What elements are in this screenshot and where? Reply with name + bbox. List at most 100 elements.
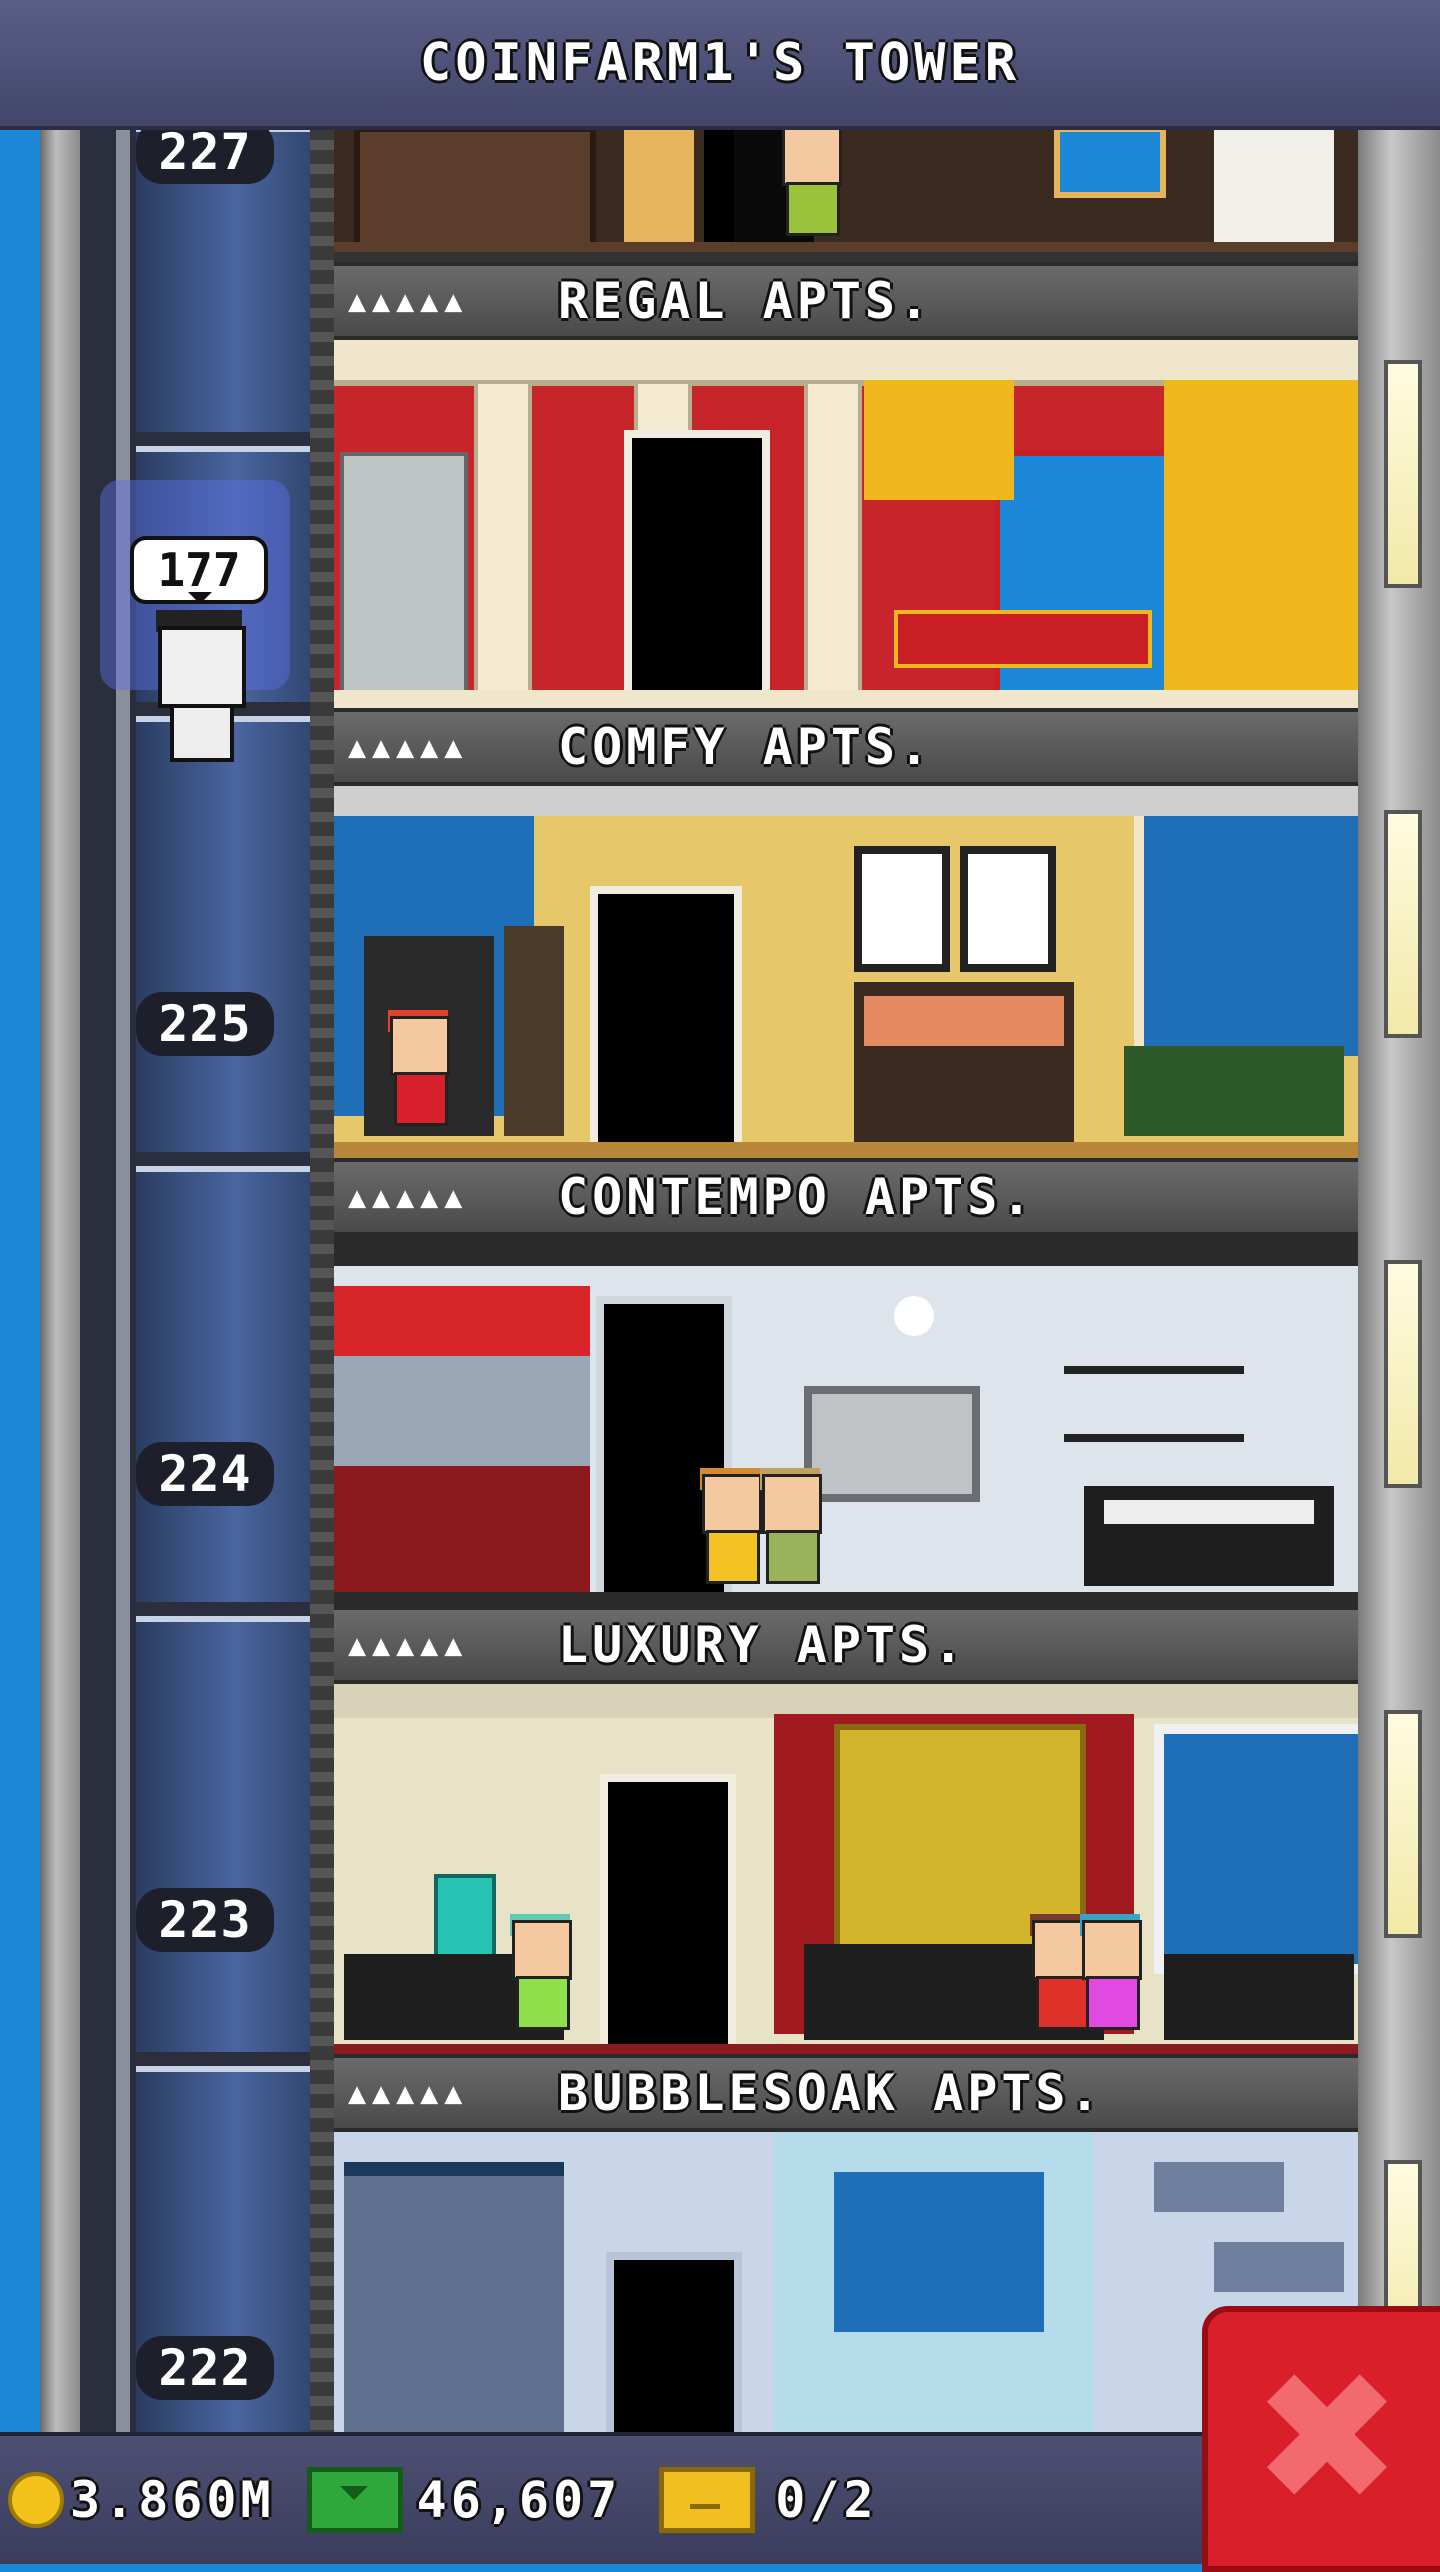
shaft-column-left [116, 126, 130, 2432]
floor-number: 223 [136, 1888, 274, 1952]
cabinet [354, 126, 596, 252]
close-button[interactable]: ✖ [1202, 2306, 1440, 2572]
side-table [1164, 550, 1260, 700]
window [334, 1356, 590, 1466]
column [804, 380, 862, 708]
statue [340, 452, 468, 700]
elevator-operator-body [170, 704, 234, 762]
floor-label-comfy: ▲▲▲▲▲ COMFY APTS. [334, 708, 1358, 786]
shaft-segment [136, 1616, 336, 2052]
resident[interactable] [774, 126, 844, 246]
floor-label-bubblesoak: ▲▲▲▲▲ BUBBLESOAK APTS. [334, 2054, 1358, 2132]
room-regal[interactable] [334, 340, 1358, 708]
floor-name: COMFY APTS. [558, 718, 934, 776]
floor-name: LUXURY APTS. [558, 1616, 968, 1674]
tower-window [1384, 810, 1422, 1038]
coin-icon [8, 2472, 64, 2528]
floor-trim [334, 690, 1358, 708]
door [624, 430, 770, 708]
gold-pillar [624, 126, 694, 252]
star-rating: ▲▲▲▲▲ [348, 1627, 469, 1663]
side-chairs [1124, 1046, 1344, 1136]
tower-window [1384, 1260, 1422, 1488]
tickets-stat[interactable]: 0/2 [629, 2467, 877, 2533]
window [1154, 1724, 1358, 1974]
red-accent-lower [334, 1466, 590, 1596]
ceiling [334, 1684, 1358, 1718]
bux-stat[interactable]: 46,607 [283, 2467, 622, 2533]
room-comfy[interactable] [334, 786, 1358, 1162]
resident-head [702, 1474, 762, 1534]
sky-strip [0, 126, 40, 2432]
resident-head [512, 1920, 572, 1980]
door [590, 886, 742, 1158]
floor-name: BUBBLESOAK APTS. [558, 2064, 1104, 2122]
floor-label-regal: ▲▲▲▲▲ REGAL APTS. [334, 262, 1358, 340]
window [834, 2172, 1044, 2332]
star-rating: ▲▲▲▲▲ [348, 729, 469, 765]
coins-stat[interactable]: 3.860M [8, 2471, 275, 2529]
door [606, 2252, 742, 2432]
floor-number: 224 [136, 1442, 274, 1506]
resident-head [762, 1474, 822, 1534]
resident-body [766, 1530, 820, 1584]
star-rating: ▲▲▲▲▲ [348, 2075, 469, 2111]
elevator-operator [158, 626, 246, 708]
star-rating: ▲▲▲▲▲ [348, 283, 469, 319]
bux-icon [306, 2467, 403, 2533]
pendant-light [894, 1296, 934, 1336]
door [600, 1774, 736, 2056]
window [1054, 126, 1166, 198]
wall-shelf [1154, 2162, 1284, 2212]
ticket-icon [659, 2467, 756, 2533]
top-bar: COINFARM1'S TOWER [0, 0, 1440, 130]
resident-body [394, 1072, 448, 1126]
wall-art [804, 1386, 980, 1502]
resident-body [706, 1530, 760, 1584]
floor-number: 225 [136, 992, 274, 1056]
star-rating: ▲▲▲▲▲ [348, 1179, 469, 1215]
resident-head [390, 1016, 450, 1076]
floor-label-luxury: ▲▲▲▲▲ LUXURY APTS. [334, 1606, 1358, 1684]
resident-head [1082, 1920, 1142, 1980]
resident[interactable] [382, 1010, 452, 1136]
resident-head [782, 126, 842, 186]
shaft-segment [136, 1166, 336, 1602]
coins-value: 3.860M [70, 2471, 275, 2529]
resident-body [786, 182, 840, 236]
column [474, 380, 532, 708]
resident[interactable] [1074, 1914, 1144, 2040]
shaft-ladder [310, 126, 334, 2432]
close-icon: ✖ [1251, 2334, 1403, 2543]
wall-shelf [1064, 1366, 1244, 1442]
floor-lamp [504, 926, 564, 1136]
tickets-value: 0/2 [775, 2471, 878, 2529]
floor-label-contempo: ▲▲▲▲▲ CONTEMPO APTS. [334, 1158, 1358, 1236]
floor-name: CONTEMPO APTS. [558, 1168, 1036, 1226]
resident[interactable] [504, 1914, 574, 2040]
red-accent-wall [334, 1286, 590, 1356]
room-luxury[interactable] [334, 1684, 1358, 2064]
ceiling [334, 786, 1358, 816]
tower-window [1384, 1710, 1422, 1938]
shaft-rail [40, 126, 80, 2432]
floor-number: 222 [136, 2336, 274, 2400]
elevator-shaft[interactable]: 227 225 224 223 222 [80, 120, 350, 2438]
tower-window [1384, 360, 1422, 588]
ceiling [334, 1236, 1358, 1266]
elevator-car[interactable]: 177 [100, 480, 290, 780]
passenger-bubble: 177 [130, 536, 268, 604]
wall-shelf [1214, 2242, 1344, 2292]
floor-trim [334, 242, 1358, 252]
room-contempo[interactable] [334, 1236, 1358, 1612]
floor-name: REGAL APTS. [558, 272, 934, 330]
resident[interactable] [754, 1468, 824, 1594]
shower [344, 2162, 564, 2432]
window [1134, 816, 1358, 1056]
chaise-lounge [894, 610, 1152, 668]
room-227[interactable] [334, 126, 1358, 252]
curtain [1214, 126, 1334, 252]
bed-sheet [1104, 1500, 1314, 1524]
curtain-left [864, 380, 1014, 500]
tower-title: COINFARM1'S TOWER [419, 33, 1021, 93]
